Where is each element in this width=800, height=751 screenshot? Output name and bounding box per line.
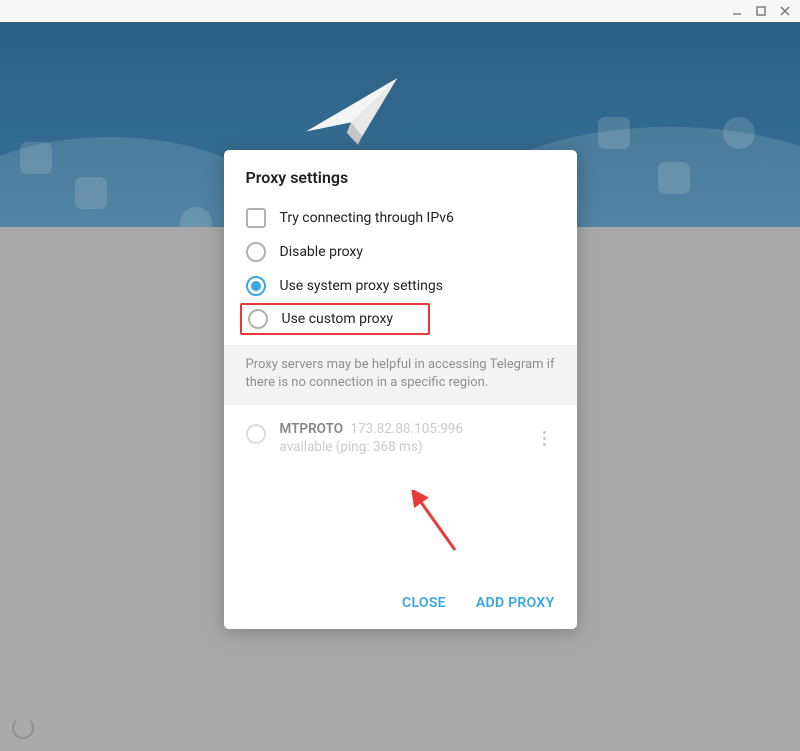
proxy-settings-dialog: Proxy settings Try connecting through IP… xyxy=(224,150,577,629)
options-list: Try connecting through IPv6 Disable prox… xyxy=(224,201,577,337)
proxy-status: available (ping: 368 ms) xyxy=(280,439,521,455)
proxy-menu-button[interactable] xyxy=(535,431,555,446)
proxy-protocol: MTPROTO xyxy=(280,421,344,437)
radio-system[interactable] xyxy=(246,276,266,296)
checkbox-ipv6[interactable] xyxy=(246,208,266,228)
proxy-address: 173.82.88.105:996 xyxy=(350,421,463,437)
option-label: Disable proxy xyxy=(280,244,363,260)
titlebar xyxy=(0,0,800,22)
close-button[interactable]: CLOSE xyxy=(402,595,446,611)
add-proxy-button[interactable]: ADD PROXY xyxy=(476,595,555,611)
close-window-button[interactable] xyxy=(778,4,792,18)
option-custom-proxy[interactable]: Use custom proxy xyxy=(246,303,555,335)
option-label: Use system proxy settings xyxy=(280,278,443,294)
maximize-button[interactable] xyxy=(754,4,768,18)
option-ipv6[interactable]: Try connecting through IPv6 xyxy=(246,201,555,235)
info-text: Proxy servers may be helpful in accessin… xyxy=(224,345,577,405)
option-disable-proxy[interactable]: Disable proxy xyxy=(246,235,555,269)
minimize-button[interactable] xyxy=(730,4,744,18)
option-label: Use custom proxy xyxy=(282,311,394,327)
proxy-entry[interactable]: MTPROTO 173.82.88.105:996 available (pin… xyxy=(224,405,577,471)
dialog-title: Proxy settings xyxy=(224,150,577,201)
radio-disable[interactable] xyxy=(246,242,266,262)
annotation-highlight: Use custom proxy xyxy=(240,303,430,335)
modal-overlay: Proxy settings Try connecting through IP… xyxy=(0,22,800,751)
proxy-details: MTPROTO 173.82.88.105:996 available (pin… xyxy=(280,421,521,455)
radio-proxy-item[interactable] xyxy=(246,424,266,444)
radio-custom[interactable] xyxy=(248,309,268,329)
dialog-footer: CLOSE ADD PROXY xyxy=(224,581,577,629)
option-label: Try connecting through IPv6 xyxy=(280,210,454,226)
option-system-proxy[interactable]: Use system proxy settings xyxy=(246,269,555,303)
